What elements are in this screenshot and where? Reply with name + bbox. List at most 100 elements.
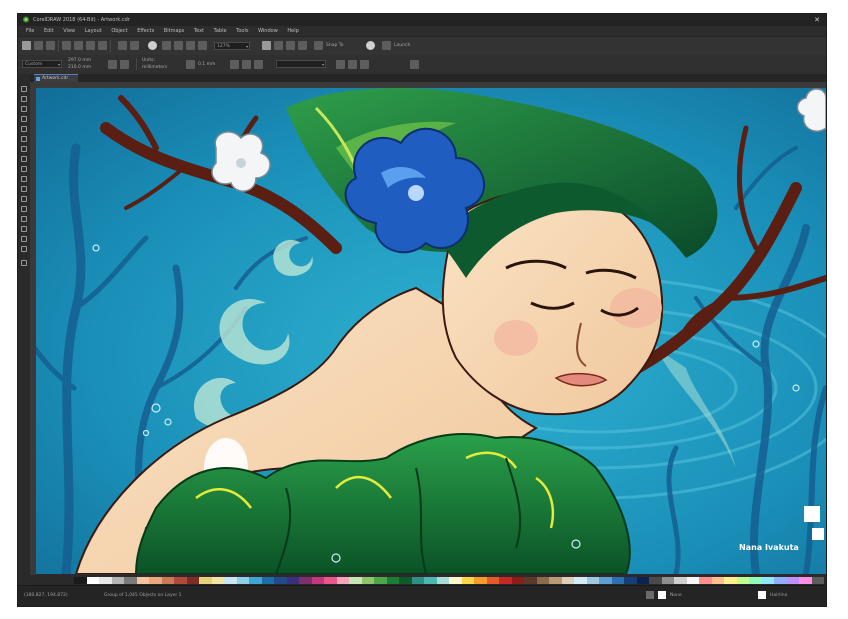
app-launcher-icon[interactable]: [198, 41, 207, 50]
color-swatch[interactable]: [274, 577, 287, 584]
import-icon[interactable]: [162, 41, 171, 50]
new-document-icon[interactable]: [22, 41, 31, 50]
color-swatch[interactable]: [211, 577, 224, 584]
copy-icon[interactable]: [86, 41, 95, 50]
pick-tool-icon[interactable]: [21, 86, 27, 92]
current-page-icon[interactable]: [254, 60, 263, 69]
color-swatch[interactable]: [674, 577, 687, 584]
color-swatch[interactable]: [511, 577, 524, 584]
color-swatch[interactable]: [524, 577, 537, 584]
launch-icon[interactable]: [382, 41, 391, 50]
landscape-icon[interactable]: [120, 60, 129, 69]
color-swatch[interactable]: [236, 577, 249, 584]
color-swatch[interactable]: [74, 577, 87, 584]
color-swatch[interactable]: [424, 577, 437, 584]
show-guidelines-icon[interactable]: [298, 41, 307, 50]
page-options-icon[interactable]: [360, 60, 369, 69]
color-swatch[interactable]: [611, 577, 624, 584]
export-icon[interactable]: [174, 41, 183, 50]
units-select[interactable]: millimeters: [142, 65, 167, 71]
menu-edit[interactable]: Edit: [44, 26, 54, 36]
color-swatch[interactable]: [624, 577, 637, 584]
duplicate-distance-icon[interactable]: [230, 60, 239, 69]
color-swatch[interactable]: [386, 577, 399, 584]
save-icon[interactable]: [46, 41, 55, 50]
treat-as-filled-icon[interactable]: [336, 60, 345, 69]
color-swatch[interactable]: [449, 577, 462, 584]
all-pages-icon[interactable]: [242, 60, 251, 69]
full-screen-icon[interactable]: [262, 41, 271, 50]
zoom-tool-icon[interactable]: [21, 116, 27, 122]
portrait-icon[interactable]: [108, 60, 117, 69]
options-gear-icon[interactable]: [366, 41, 375, 50]
color-swatch[interactable]: [349, 577, 362, 584]
color-swatch[interactable]: [549, 577, 562, 584]
color-swatch[interactable]: [124, 577, 137, 584]
color-swatch[interactable]: [811, 577, 824, 584]
color-swatch[interactable]: [224, 577, 237, 584]
color-swatch[interactable]: [474, 577, 487, 584]
smart-fill-tool-icon[interactable]: [21, 246, 27, 252]
menu-tools[interactable]: Tools: [236, 26, 248, 36]
color-swatch[interactable]: [186, 577, 199, 584]
drawing-scale-field[interactable]: ▾: [276, 60, 326, 68]
show-rulers-icon[interactable]: [274, 41, 283, 50]
color-swatch[interactable]: [661, 577, 674, 584]
freehand-tool-icon[interactable]: [21, 126, 27, 132]
color-swatches[interactable]: [74, 577, 824, 584]
color-swatch[interactable]: [436, 577, 449, 584]
color-swatch[interactable]: [136, 577, 149, 584]
color-swatch[interactable]: [711, 577, 724, 584]
artistic-media-tool-icon[interactable]: [21, 136, 27, 142]
paste-icon[interactable]: [98, 41, 107, 50]
color-swatch[interactable]: [724, 577, 737, 584]
color-swatch[interactable]: [149, 577, 162, 584]
color-swatch[interactable]: [111, 577, 124, 584]
fill-swatch[interactable]: [658, 591, 666, 599]
color-swatch[interactable]: [736, 577, 749, 584]
menu-help[interactable]: Help: [287, 26, 298, 36]
menu-object[interactable]: Object: [111, 26, 127, 36]
color-eyedropper-tool-icon[interactable]: [21, 226, 27, 232]
color-swatch[interactable]: [174, 577, 187, 584]
text-tool-icon[interactable]: [21, 176, 27, 182]
color-swatch[interactable]: [686, 577, 699, 584]
undo-icon[interactable]: [118, 41, 127, 50]
print-icon[interactable]: [62, 41, 71, 50]
color-swatch[interactable]: [649, 577, 662, 584]
pen-icon[interactable]: [758, 591, 766, 599]
color-swatch[interactable]: [249, 577, 262, 584]
page-height-field[interactable]: 210.0 mm: [68, 65, 91, 71]
menu-bitmaps[interactable]: Bitmaps: [164, 26, 185, 36]
add-tool-icon[interactable]: [21, 260, 27, 266]
color-swatch[interactable]: [486, 577, 499, 584]
menu-file[interactable]: File: [26, 26, 34, 36]
color-swatch[interactable]: [499, 577, 512, 584]
color-swatch[interactable]: [749, 577, 762, 584]
color-swatch[interactable]: [411, 577, 424, 584]
color-swatch[interactable]: [461, 577, 474, 584]
snap-to-label[interactable]: Snap To: [326, 43, 344, 49]
search-content-icon[interactable]: [148, 41, 157, 50]
color-swatch[interactable]: [586, 577, 599, 584]
color-swatch[interactable]: [86, 577, 99, 584]
color-swatch[interactable]: [799, 577, 812, 584]
nudge-distance-field[interactable]: 0.1 mm: [198, 62, 215, 68]
color-swatch[interactable]: [536, 577, 549, 584]
shape-tool-icon[interactable]: [21, 96, 27, 102]
zoom-level-field[interactable]: 127% ▾: [214, 42, 250, 50]
color-swatch[interactable]: [261, 577, 274, 584]
edit-across-layers-icon[interactable]: [348, 60, 357, 69]
color-swatch[interactable]: [361, 577, 374, 584]
color-swatch[interactable]: [299, 577, 312, 584]
color-swatch[interactable]: [399, 577, 412, 584]
cut-icon[interactable]: [74, 41, 83, 50]
color-swatch[interactable]: [774, 577, 787, 584]
interactive-fill-tool-icon[interactable]: [21, 236, 27, 242]
quick-customize-icon[interactable]: [410, 60, 419, 69]
color-swatch[interactable]: [199, 577, 212, 584]
drop-shadow-tool-icon[interactable]: [21, 206, 27, 212]
color-swatch[interactable]: [311, 577, 324, 584]
document-tab[interactable]: Artwork.cdr: [34, 74, 78, 82]
polygon-tool-icon[interactable]: [21, 166, 27, 172]
